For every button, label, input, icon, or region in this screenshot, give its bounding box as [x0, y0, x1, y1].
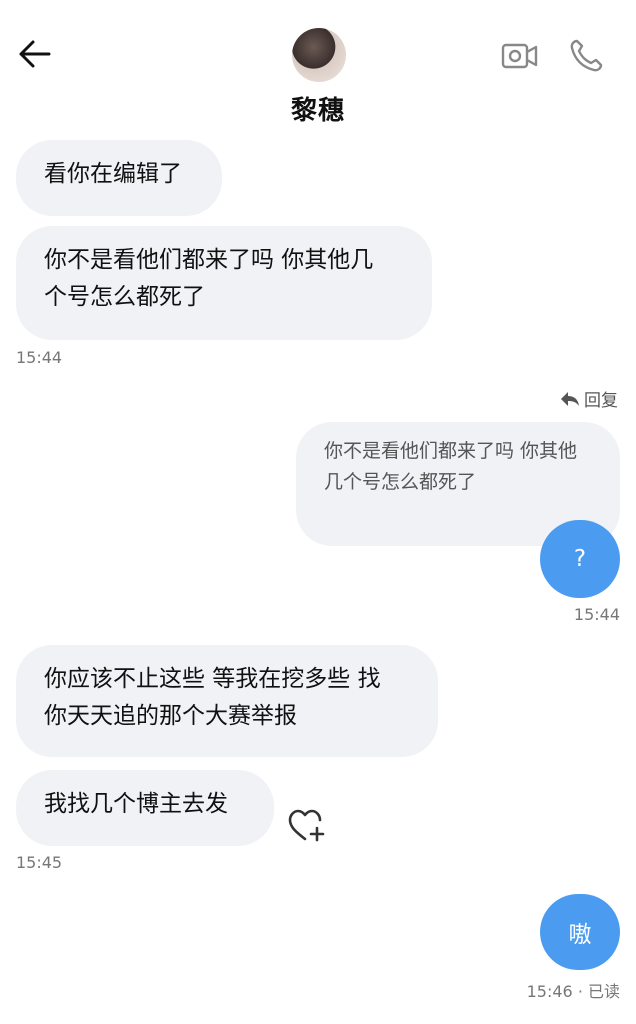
outgoing-message[interactable]: 嗷	[540, 894, 620, 970]
quote-text-line: 你不是看他们都来了吗 你其他	[324, 440, 578, 462]
message-text: 看你在编辑了	[44, 161, 182, 187]
arrow-left-icon	[19, 40, 51, 68]
message-text-line: 你应该不止这些 等我在挖多些 找	[44, 666, 381, 692]
read-receipt: 15:46 · 已读	[526, 982, 620, 1001]
incoming-message[interactable]: 你应该不止这些 等我在挖多些 找 你天天追的那个大赛举报	[16, 645, 438, 757]
timestamp: 15:45	[16, 853, 63, 872]
message-text-line: 个号怎么都死了	[44, 284, 205, 310]
message-text: ?	[573, 546, 587, 572]
back-button[interactable]	[14, 34, 54, 74]
outgoing-message[interactable]: ?	[540, 520, 620, 598]
avatar[interactable]	[292, 28, 346, 82]
video-camera-icon	[501, 43, 538, 69]
chat-header: 黎穗	[0, 0, 636, 140]
quote-text-line: 几个号怎么都死了	[324, 471, 477, 493]
voice-call-button[interactable]	[566, 36, 606, 76]
message-text-line: 你天天追的那个大赛举报	[44, 703, 297, 729]
timestamp: 15:44	[573, 605, 620, 624]
video-call-button[interactable]	[500, 36, 540, 76]
reply-indicator[interactable]: 回复	[560, 386, 618, 411]
message-text: 我找几个博主去发	[44, 791, 228, 817]
message-text: 嗷	[568, 922, 592, 948]
contact-name: 黎穗	[290, 96, 345, 126]
incoming-message[interactable]: 看你在编辑了	[16, 140, 222, 216]
incoming-message[interactable]: 我找几个博主去发	[16, 770, 274, 846]
reply-arrow-icon	[561, 391, 579, 406]
incoming-message[interactable]: 你不是看他们都来了吗 你其他几 个号怎么都死了	[16, 226, 432, 340]
phone-icon	[570, 39, 603, 72]
reply-label: 回复	[584, 391, 618, 411]
heart-plus-icon	[288, 809, 325, 842]
timestamp: 15:44	[16, 348, 63, 367]
like-button[interactable]	[288, 808, 326, 844]
message-text-line: 你不是看他们都来了吗 你其他几	[44, 247, 374, 273]
